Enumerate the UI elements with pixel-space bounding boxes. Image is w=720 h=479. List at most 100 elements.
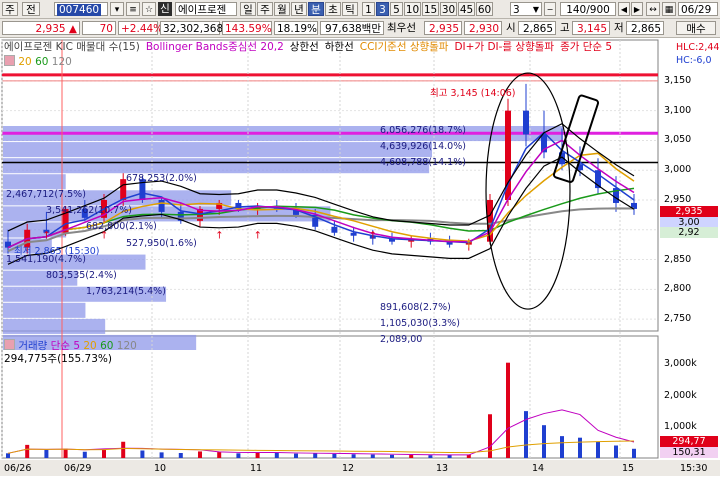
volume-tag-2: 150,31 — [660, 447, 718, 458]
price-axis-tick: 3,100 — [664, 104, 692, 116]
price-axis-tick: 3,050 — [664, 134, 692, 146]
low-label: 저 — [614, 22, 624, 34]
volume-bar — [370, 454, 375, 458]
volume-bar — [159, 452, 164, 458]
volume-bar — [614, 445, 618, 458]
volume-bar — [140, 450, 145, 458]
period-tab[interactable]: 틱 — [342, 2, 358, 16]
low-price: 2,865 — [626, 21, 664, 35]
volume-bar — [178, 453, 183, 458]
volume-bar — [294, 453, 298, 458]
chart-svg[interactable]: ↑ ↑ ↑ ↑ ↑↑ — [0, 38, 720, 476]
volume-profile-label: 4,639,926(14.0%) — [380, 141, 466, 153]
price-legend-item: 하한선 — [324, 41, 354, 53]
minus-icon[interactable]: − — [544, 2, 556, 16]
volume-profile-label: 6,056,276(18.7%) — [380, 125, 466, 136]
period-tab[interactable]: 년 — [291, 2, 307, 16]
next-icon[interactable]: ▶ — [631, 2, 643, 16]
interval-tab[interactable]: 15 — [422, 2, 439, 16]
volume-bar — [198, 451, 202, 458]
turnover-pct: 143.59% — [222, 21, 272, 35]
interval-tab[interactable]: 10 — [404, 2, 421, 16]
toolbar: 주 전 007460 ▾ ≡ ☆ 신 에이프로젠 일주월년분초틱 1 3 5 10 15… — [0, 0, 720, 19]
ma-legend-60: 60 — [35, 56, 49, 68]
price-legend-item: Bollinger Bands중심선 20,2 — [145, 41, 284, 53]
interval-tab[interactable]: 5 — [390, 2, 403, 16]
star-icon[interactable]: ☆ — [142, 2, 156, 16]
current-price-tag: 2,935 — [660, 206, 718, 217]
period-tab[interactable]: 초 — [325, 2, 341, 16]
open-label: 시 — [506, 22, 516, 34]
high-price: 3,145 — [572, 21, 610, 35]
volume-bar — [44, 449, 49, 458]
price-legend-item: CCI기준선 상향돌파 — [359, 41, 449, 53]
count-select[interactable]: 3 ▼ — [510, 2, 542, 16]
price-legend-item: 종가 단순 5 — [560, 41, 613, 53]
chart-area[interactable]: ↑ ↑ ↑ ↑ ↑ ↑ 에이프로젠 KIC 매물대 수(15) Bollinger Band… — [0, 38, 720, 476]
max-price-label: 최고 3,145 (14:06) — [430, 88, 516, 99]
list-icon[interactable]: ≡ — [126, 2, 140, 16]
candle-body — [331, 226, 338, 233]
volume-bar — [578, 437, 582, 458]
volume-bar — [596, 441, 600, 458]
count-value: 3 — [513, 4, 520, 16]
menu-button[interactable]: 주 — [2, 2, 18, 16]
search-icon[interactable]: ▾ — [110, 2, 124, 16]
volume-legend-ma: 단순 5 — [50, 340, 81, 352]
volume-bar — [313, 453, 318, 458]
candle-body — [350, 232, 357, 236]
stats-bar: 2,935 ▲ 70 +2.44% 32,302,368 143.59% 18.… — [0, 19, 720, 38]
period-tab[interactable]: 월 — [274, 2, 290, 16]
volume-ratio: 18.19% — [274, 21, 318, 35]
best-ask: 2,935 — [424, 21, 462, 35]
volume-value: 32,302,368 — [160, 21, 223, 35]
period-tab[interactable]: 분 — [308, 2, 324, 16]
stock-code-value: 007460 — [57, 4, 102, 16]
prev-button[interactable]: 전 — [22, 2, 40, 16]
ma-legend-120: 120 — [51, 56, 72, 68]
stock-code-input[interactable]: 007460 — [54, 2, 108, 16]
volume-bar — [524, 411, 528, 458]
hlc-label: HLC:2,44 — [676, 42, 720, 53]
volume-axis-tick: 3,000k — [664, 358, 697, 370]
interval-tab[interactable]: 45 — [458, 2, 475, 16]
chevron-down-icon: ▼ — [532, 5, 539, 14]
price-axis-tick: 3,150 — [664, 74, 692, 86]
time-axis-label: 06/26 — [4, 463, 32, 474]
stock-name-field[interactable]: 에이프로젠 — [175, 2, 237, 16]
date-input[interactable]: 06/29 — [678, 2, 718, 16]
volume-bar — [25, 444, 30, 458]
volume-current-tag: 294,77 — [660, 436, 718, 447]
volume-legend-title: 거래량 — [18, 340, 48, 352]
current-price: 2,935 ▲ — [2, 21, 80, 35]
interval-tab[interactable]: 60 — [476, 2, 493, 16]
buy-button[interactable]: 매수 — [676, 21, 716, 35]
calendar-icon[interactable]: ▦ — [662, 2, 676, 16]
link-icon[interactable]: ↔ — [646, 2, 660, 16]
volume-bar — [542, 425, 546, 458]
time-axis-label: 11 — [250, 463, 263, 474]
price-change: 70 — [82, 21, 116, 35]
volume-bar — [121, 441, 126, 458]
volume-profile-label: 527,950(1.6%) — [126, 237, 197, 249]
time-axis-label: 14 — [532, 463, 545, 474]
volume-legend-20: 20 — [83, 340, 97, 352]
volume-bar — [63, 448, 68, 458]
time-axis-label: 13 — [436, 463, 449, 474]
prev-icon[interactable]: ◀ — [618, 2, 630, 16]
best-quote-label: 최우선 — [387, 22, 416, 34]
interval-tab[interactable]: 3 — [376, 2, 389, 16]
price-axis-tick: 2,800 — [664, 283, 692, 295]
price-axis-tick: 3,000 — [664, 164, 692, 176]
volume-bar — [390, 454, 394, 458]
price-axis-tick: 2,850 — [664, 253, 692, 265]
interval-tab[interactable]: 1 — [362, 2, 375, 16]
period-tab[interactable]: 주 — [257, 2, 273, 16]
volume-axis-tick: 2,000k — [664, 389, 697, 401]
period-tab[interactable]: 일 — [240, 2, 256, 16]
volume-bar — [236, 453, 241, 458]
volume-profile-label: 1,763,214(5.4%) — [86, 285, 166, 297]
page-input[interactable]: 140/900 — [560, 2, 616, 16]
interval-tab[interactable]: 30 — [440, 2, 457, 16]
volume-axis-tick: 1,000k — [664, 420, 697, 432]
